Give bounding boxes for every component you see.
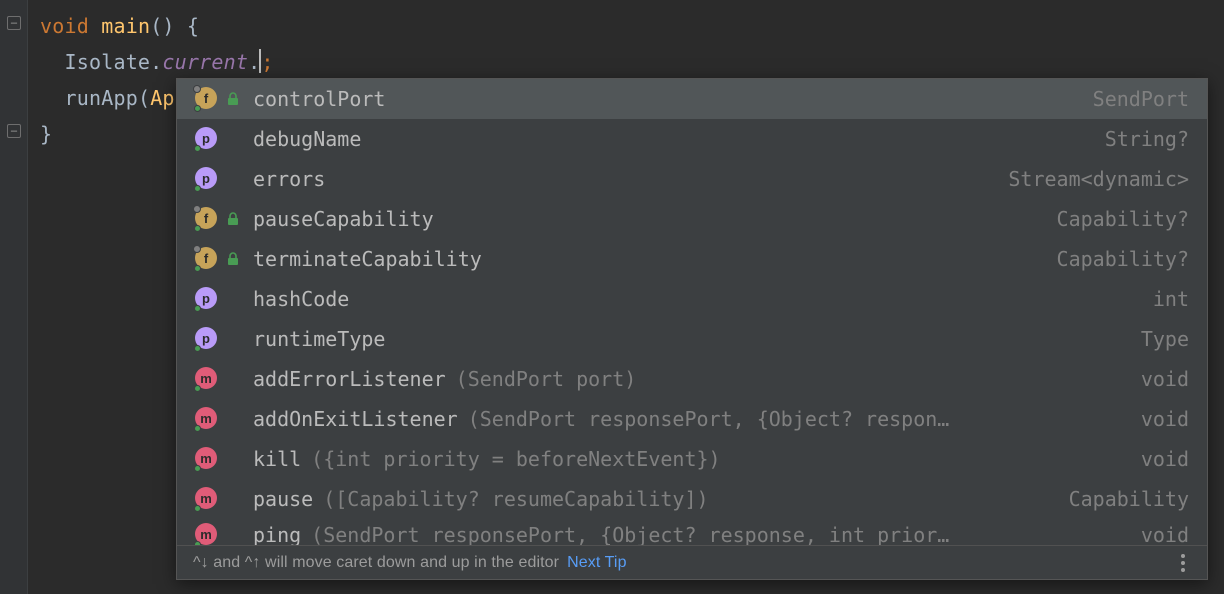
p-icon: p	[195, 127, 219, 151]
completion-params: ([Capability? resumeCapability])	[323, 487, 708, 511]
completion-name: ping	[253, 523, 301, 545]
completion-return-type: Capability?	[1039, 247, 1189, 271]
completion-return-type: SendPort	[1075, 87, 1189, 111]
lock-icon	[225, 91, 241, 107]
completion-item[interactable]: p runtimeType Type	[177, 319, 1207, 359]
m-icon: m	[195, 407, 219, 431]
paren: (	[138, 86, 150, 110]
completion-list: f controlPort SendPort p debugName String? p er…	[177, 79, 1207, 545]
completion-params: (SendPort responsePort, {Object? respon…	[468, 407, 950, 431]
property: current	[162, 50, 248, 74]
p-icon: p	[195, 327, 219, 351]
footer-hint: ^↓ and ^↑ will move caret down and up in…	[193, 554, 559, 572]
lock-icon	[225, 211, 241, 227]
f-icon: f	[195, 207, 219, 231]
more-icon[interactable]	[1171, 550, 1195, 576]
fold-icon[interactable]: −	[7, 16, 21, 30]
dot: .	[150, 50, 162, 74]
completion-name: terminateCapability	[253, 247, 482, 271]
call: runApp	[64, 86, 137, 110]
completion-return-type: Capability	[1051, 487, 1189, 511]
editor-gutter: − −	[0, 0, 28, 594]
m-icon: m	[195, 367, 219, 391]
completion-name: pause	[253, 487, 313, 511]
brace: }	[40, 122, 52, 146]
m-icon: m	[195, 523, 219, 545]
completion-return-type: void	[1123, 407, 1189, 431]
completion-item[interactable]: p errors Stream<dynamic>	[177, 159, 1207, 199]
completion-item[interactable]: p debugName String?	[177, 119, 1207, 159]
p-icon: p	[195, 167, 219, 191]
lock-icon	[225, 251, 241, 267]
completion-return-type: String?	[1087, 127, 1189, 151]
completion-item[interactable]: f controlPort SendPort	[177, 79, 1207, 119]
completion-item[interactable]: f pauseCapability Capability?	[177, 199, 1207, 239]
completion-item[interactable]: p hashCode int	[177, 279, 1207, 319]
completion-name: addOnExitListener	[253, 407, 458, 431]
f-icon: f	[195, 247, 219, 271]
completion-name: addErrorListener	[253, 367, 446, 391]
completion-return-type: int	[1135, 287, 1189, 311]
completion-name: runtimeType	[253, 327, 385, 351]
class-ref: Isolate	[64, 50, 150, 74]
completion-params: ({int priority = beforeNextEvent})	[311, 447, 720, 471]
completion-params: (SendPort responsePort, {Object? respons…	[311, 523, 949, 545]
p-icon: p	[195, 287, 219, 311]
completion-return-type: void	[1123, 447, 1189, 471]
completion-name: controlPort	[253, 87, 385, 111]
completion-footer: ^↓ and ^↑ will move caret down and up in…	[177, 545, 1207, 579]
next-tip-link[interactable]: Next Tip	[567, 554, 627, 572]
f-icon: f	[195, 87, 219, 111]
completion-return-type: Stream<dynamic>	[990, 167, 1189, 191]
completion-return-type: void	[1123, 523, 1189, 545]
completion-return-type: void	[1123, 367, 1189, 391]
completion-params: (SendPort port)	[456, 367, 637, 391]
completion-name: debugName	[253, 127, 361, 151]
completion-popup: f controlPort SendPort p debugName String? p er…	[176, 78, 1208, 580]
fold-icon[interactable]: −	[7, 124, 21, 138]
m-icon: m	[195, 487, 219, 511]
completion-item[interactable]: f terminateCapability Capability?	[177, 239, 1207, 279]
completion-item[interactable]: m addErrorListener (SendPort port) void	[177, 359, 1207, 399]
completion-item[interactable]: m kill ({int priority = beforeNextEvent}) v…	[177, 439, 1207, 479]
completion-name: errors	[253, 167, 325, 191]
brace: {	[175, 14, 199, 38]
completion-name: kill	[253, 447, 301, 471]
completion-item[interactable]: m pause ([Capability? resumeCapability]) Ca…	[177, 479, 1207, 519]
completion-item[interactable]: m addOnExitListener (SendPort responsePort…	[177, 399, 1207, 439]
completion-name: hashCode	[253, 287, 349, 311]
semicolon: ;	[261, 50, 273, 74]
completion-return-type: Type	[1123, 327, 1189, 351]
completion-return-type: Capability?	[1039, 207, 1189, 231]
keyword: void	[40, 14, 89, 38]
parens: ()	[150, 14, 174, 38]
m-icon: m	[195, 447, 219, 471]
completion-item[interactable]: m ping (SendPort responsePort, {Object? re…	[177, 519, 1207, 545]
function-name: main	[101, 14, 150, 38]
completion-name: pauseCapability	[253, 207, 434, 231]
